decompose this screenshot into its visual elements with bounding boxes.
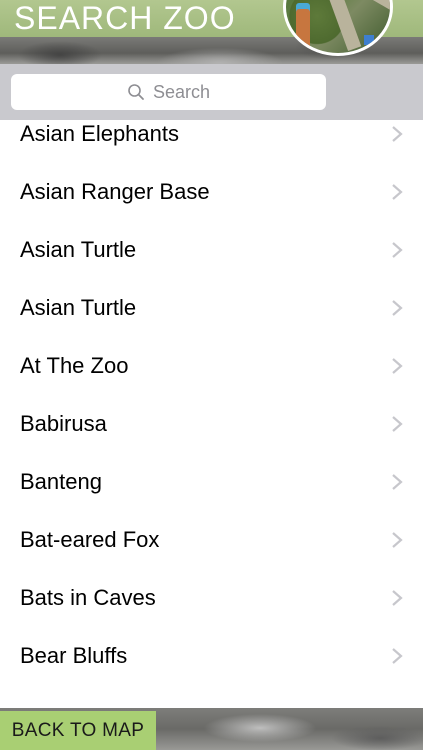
animal-list: Asian Elephants Asian Ranger Base Asian … bbox=[0, 120, 423, 710]
search-input[interactable]: Search bbox=[11, 74, 326, 110]
search-icon bbox=[128, 84, 144, 100]
list-item-label: Babirusa bbox=[20, 411, 107, 436]
chevron-right-icon bbox=[392, 300, 403, 316]
list-item[interactable]: Banteng bbox=[0, 453, 423, 511]
list-item[interactable]: Asian Turtle bbox=[0, 221, 423, 279]
list-item[interactable]: At The Zoo bbox=[0, 337, 423, 395]
back-to-map-button[interactable]: BACK TO MAP bbox=[0, 711, 156, 750]
list-item-label: Asian Turtle bbox=[20, 295, 137, 320]
search-placeholder: Search bbox=[152, 81, 211, 102]
list-item-label: Bat-eared Fox bbox=[20, 527, 160, 552]
list-item-label: Asian Ranger Base bbox=[20, 179, 210, 204]
chevron-right-icon bbox=[392, 532, 403, 548]
list-item[interactable]: Asian Ranger Base bbox=[0, 163, 423, 221]
chevron-right-icon bbox=[392, 184, 403, 200]
list-item-label: Bats in Caves bbox=[20, 585, 156, 610]
chevron-right-icon bbox=[392, 416, 403, 432]
map-path bbox=[320, 0, 362, 51]
page-title: SEARCH ZOO bbox=[14, 0, 236, 36]
list-item-label: At The Zoo bbox=[20, 353, 129, 378]
search-bar: Search bbox=[0, 64, 423, 120]
map-path bbox=[356, 0, 390, 11]
header: SEARCH ZOO bbox=[0, 0, 423, 64]
list-item[interactable]: Bats in Caves bbox=[0, 569, 423, 627]
chevron-right-icon bbox=[392, 358, 403, 374]
list-item-label: Asian Elephants bbox=[20, 121, 179, 146]
map-building-icon bbox=[296, 9, 310, 49]
chevron-right-icon bbox=[392, 126, 403, 142]
chevron-right-icon bbox=[392, 648, 403, 664]
list-item[interactable]: Asian Elephants bbox=[0, 120, 423, 163]
chevron-right-icon bbox=[392, 474, 403, 490]
map-location-icon bbox=[364, 35, 374, 45]
list-item[interactable]: Bear Bluffs bbox=[0, 627, 423, 685]
list-item-label: Bear Bluffs bbox=[20, 643, 128, 668]
chevron-right-icon bbox=[392, 242, 403, 258]
list-item-label: Banteng bbox=[20, 469, 102, 494]
chevron-right-icon bbox=[392, 590, 403, 606]
list-item[interactable]: Bat-eared Fox bbox=[0, 511, 423, 569]
list-item[interactable]: Asian Turtle bbox=[0, 279, 423, 337]
footer: BACK TO MAP bbox=[0, 708, 423, 750]
list-item-label: Asian Turtle bbox=[20, 237, 137, 262]
list-item[interactable]: Babirusa bbox=[0, 395, 423, 453]
